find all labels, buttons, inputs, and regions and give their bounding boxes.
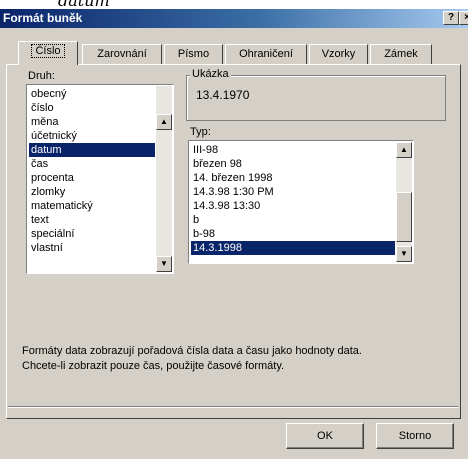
tab-zamek-label: Zámek [384, 48, 418, 60]
type-list-item[interactable]: 14.3.98 1:30 PM [191, 185, 395, 199]
tab-vzorky-label: Vzorky [321, 48, 356, 60]
category-scrollbar[interactable]: ▲ ▼ [156, 86, 172, 272]
sample-value: 13.4.1970 [196, 88, 250, 102]
type-items: III-98 březen 98 14. březen 1998 14.3.98 1:… [191, 143, 395, 255]
caption-fragment-text: datum [58, 0, 110, 9]
close-button[interactable]: × [459, 11, 468, 25]
description-line-1: Formáty data zobrazují pořadová čísla da… [22, 345, 362, 357]
type-scrollbar[interactable]: ▲ ▼ [396, 142, 412, 262]
category-list-item[interactable]: procenta [29, 171, 155, 185]
type-list-item[interactable]: březen 98 [191, 157, 395, 171]
type-list-item[interactable]: III-98 [191, 143, 395, 157]
scroll-up-icon: ▲ [400, 145, 408, 154]
tab-zarovnani-label: Zarovnání [97, 48, 147, 60]
help-button[interactable]: ? [443, 11, 459, 25]
type-list-item[interactable]: b [191, 213, 395, 227]
separator [8, 406, 458, 408]
tab-pismo[interactable]: Písmo [164, 44, 223, 64]
category-scroll-up-button[interactable]: ▲ [156, 114, 172, 130]
description-line-2: Chcete-li zobrazit pouze čas, použijte č… [22, 360, 285, 372]
cancel-button-label: Storno [398, 430, 432, 442]
type-list-item[interactable]: 14.3.1998 [191, 241, 395, 255]
category-label: Druh: [28, 70, 55, 82]
caption-fragment: datum [0, 0, 468, 9]
category-list-item[interactable]: speciální [29, 227, 155, 241]
type-list-item[interactable]: b-98 [191, 227, 395, 241]
tab-cislo[interactable]: Číslo [18, 41, 78, 65]
category-list-item[interactable]: matematický [29, 199, 155, 213]
type-scroll-down-button[interactable]: ▼ [396, 246, 412, 262]
title-bar: Formát buněk ? × [0, 9, 468, 28]
type-scroll-up-button[interactable]: ▲ [396, 142, 412, 158]
cancel-button[interactable]: Storno [376, 423, 454, 449]
category-items: obecný číslo měna účetnický datum čas procenta… [29, 87, 155, 255]
category-list-item[interactable]: datum [29, 143, 155, 157]
tab-ohraniceni-label: Ohraničení [239, 48, 293, 60]
category-list-item[interactable]: číslo [29, 101, 155, 115]
ok-button-label: OK [317, 430, 333, 442]
type-label-text: Typ: [190, 126, 211, 138]
close-icon: × [464, 12, 468, 23]
type-list-item[interactable]: 14. březen 1998 [191, 171, 395, 185]
tab-ohraniceni[interactable]: Ohraničení [225, 44, 307, 64]
tab-zamek[interactable]: Zámek [370, 44, 432, 64]
category-list-item[interactable]: vlastní [29, 241, 155, 255]
category-label-text: Druh: [28, 70, 55, 82]
tab-zarovnani[interactable]: Zarovnání [82, 44, 162, 64]
scroll-up-icon: ▲ [160, 117, 168, 126]
category-list-item[interactable]: čas [29, 157, 155, 171]
category-listbox[interactable]: obecný číslo měna účetnický datum čas procenta… [26, 84, 174, 274]
scroll-down-icon: ▼ [400, 249, 408, 258]
format-description: Formáty data zobrazují pořadová čísla da… [22, 344, 452, 374]
tab-cislo-label: Číslo [31, 44, 65, 58]
type-scroll-thumb[interactable] [396, 192, 412, 242]
scroll-down-icon: ▼ [160, 259, 168, 268]
category-list-item[interactable]: text [29, 213, 155, 227]
window-title: Formát buněk [3, 11, 83, 25]
category-list-item[interactable]: obecný [29, 87, 155, 101]
category-list-item[interactable]: měna [29, 115, 155, 129]
category-list-item[interactable]: zlomky [29, 185, 155, 199]
category-list-item[interactable]: účetnický [29, 129, 155, 143]
category-scroll-down-button[interactable]: ▼ [156, 256, 172, 272]
dialog-body: Číslo Zarovnání Písmo Ohraničení Vzorky … [0, 28, 468, 459]
tab-pismo-label: Písmo [177, 48, 210, 60]
sample-label: Ukázka [190, 68, 231, 80]
tab-vzorky[interactable]: Vzorky [309, 44, 368, 64]
help-icon: ? [447, 12, 455, 23]
type-label: Typ: [190, 126, 211, 138]
sample-group: Ukázka 13.4.1970 [186, 68, 446, 121]
type-list-item[interactable]: 14.3.98 13:30 [191, 199, 395, 213]
type-listbox[interactable]: III-98 březen 98 14. březen 1998 14.3.98 1:… [188, 140, 414, 264]
ok-button[interactable]: OK [286, 423, 364, 449]
